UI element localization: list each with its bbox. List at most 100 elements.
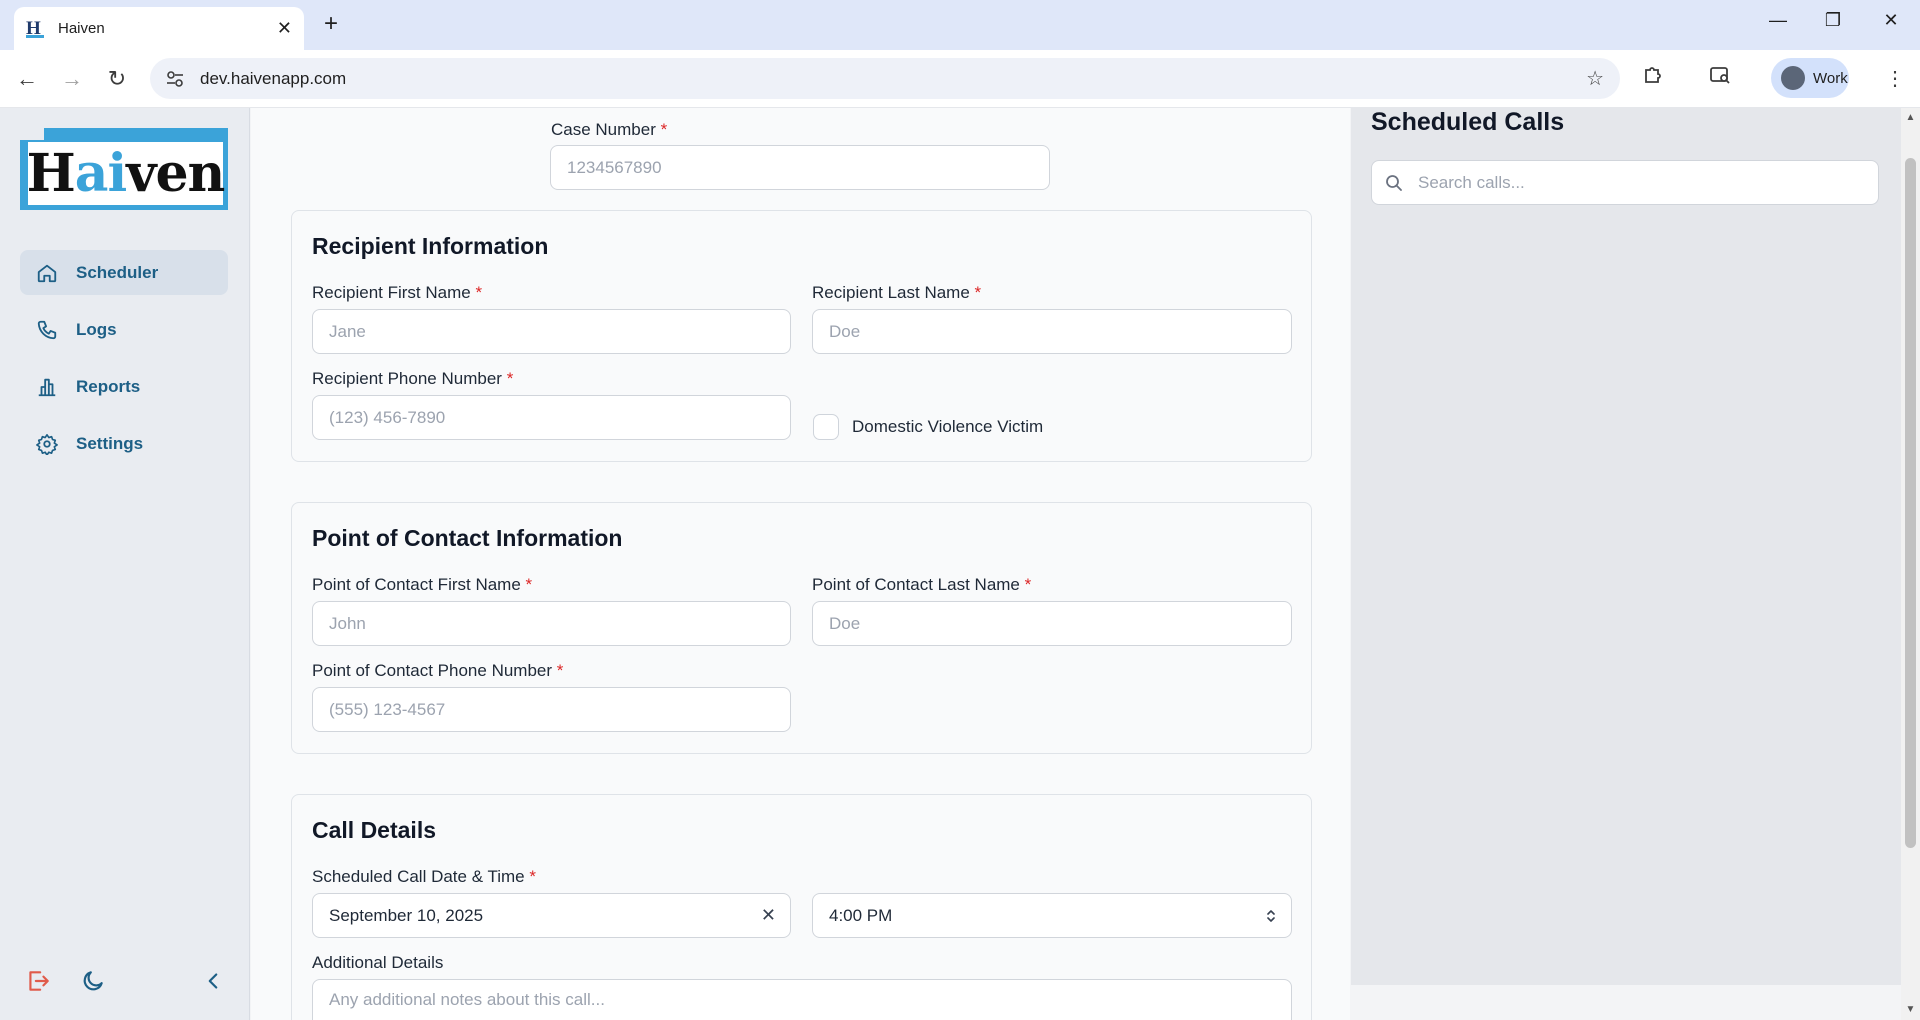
label-text: Point of Contact Last Name bbox=[812, 575, 1020, 594]
required-asterisk: * bbox=[556, 661, 564, 680]
placeholder: Any additional notes about this call... bbox=[329, 990, 605, 1009]
new-tab-plus-icon[interactable]: + bbox=[318, 11, 344, 37]
required-asterisk: * bbox=[1024, 575, 1032, 594]
reload-icon[interactable]: ↻ bbox=[102, 64, 132, 94]
point-of-contact-section: Point of Contact Information Point of Co… bbox=[291, 502, 1312, 754]
additional-details-textarea[interactable]: Any additional notes about this call... bbox=[312, 979, 1292, 1020]
haiven-favicon-icon: H bbox=[26, 19, 44, 38]
recipient-phone-label: Recipient Phone Number * bbox=[312, 369, 513, 389]
scroll-up-arrow-icon[interactable]: ▲ bbox=[1903, 112, 1918, 123]
placeholder: (555) 123-4567 bbox=[329, 699, 446, 719]
domestic-violence-label[interactable]: Domestic Violence Victim bbox=[852, 417, 1043, 437]
logo-text-ai: ai bbox=[74, 143, 127, 204]
required-asterisk: * bbox=[660, 120, 668, 139]
scheduled-datetime-label: Scheduled Call Date & Time * bbox=[312, 867, 536, 887]
poc-last-name-input[interactable]: Doe bbox=[812, 601, 1292, 646]
sidebar-item-label: Logs bbox=[76, 319, 117, 339]
placeholder: Doe bbox=[829, 613, 861, 633]
gear-icon bbox=[36, 433, 58, 455]
haiven-logo: Hai ven bbox=[20, 128, 228, 210]
scheduler-form: Case Number * 1234567890 Recipient Infor… bbox=[251, 108, 1350, 1020]
label-text: Recipient Last Name bbox=[812, 283, 970, 302]
time-value: 4:00 PM bbox=[829, 905, 893, 925]
logout-icon[interactable] bbox=[25, 968, 51, 994]
call-details-title: Call Details bbox=[312, 817, 436, 843]
sidebar-item-label: Scheduler bbox=[76, 262, 159, 282]
profile-button[interactable]: Work bbox=[1771, 58, 1849, 98]
minimize-window-icon[interactable]: — bbox=[1763, 10, 1793, 31]
search-calls-input[interactable]: Search calls... bbox=[1371, 160, 1879, 205]
poc-first-name-label: Point of Contact First Name * bbox=[312, 575, 532, 595]
collapse-sidebar-chevron-icon[interactable] bbox=[200, 968, 226, 994]
search-placeholder: Search calls... bbox=[1418, 172, 1525, 192]
call-date-input[interactable]: September 10, 2025 ✕ bbox=[312, 893, 791, 938]
sidebar-nav: Scheduler Logs Reports Settings bbox=[20, 250, 228, 478]
dark-mode-moon-icon[interactable] bbox=[80, 968, 106, 994]
back-arrow-icon[interactable]: ← bbox=[12, 64, 42, 94]
select-updown-chevron-icon bbox=[1267, 909, 1275, 922]
url-text: dev.haivenapp.com bbox=[200, 68, 347, 88]
close-tab-icon[interactable]: ✕ bbox=[277, 18, 292, 39]
sidebar-item-logs[interactable]: Logs bbox=[20, 307, 228, 352]
sidebar: Hai ven Scheduler Logs Reports Settings bbox=[0, 108, 250, 1020]
additional-details-label: Additional Details bbox=[312, 953, 444, 972]
recipient-last-name-input[interactable]: Doe bbox=[812, 309, 1292, 354]
required-asterisk: * bbox=[506, 369, 514, 388]
case-number-label-text: Case Number bbox=[551, 120, 656, 139]
domestic-violence-checkbox[interactable] bbox=[813, 414, 839, 440]
recipient-last-name-label: Recipient Last Name * bbox=[812, 283, 981, 303]
recipient-first-name-label: Recipient First Name * bbox=[312, 283, 482, 303]
case-number-input[interactable]: 1234567890 bbox=[550, 145, 1050, 190]
address-bar[interactable]: dev.haivenapp.com ☆ bbox=[150, 58, 1620, 99]
label-text: Point of Contact Phone Number bbox=[312, 661, 553, 680]
placeholder: (123) 456-7890 bbox=[329, 407, 446, 427]
recipient-section: Recipient Information Recipient First Na… bbox=[291, 210, 1312, 462]
bookmark-star-icon[interactable]: ☆ bbox=[1586, 66, 1604, 91]
sidebar-item-reports[interactable]: Reports bbox=[20, 364, 228, 409]
case-number-placeholder: 1234567890 bbox=[567, 157, 662, 177]
sidebar-item-scheduler[interactable]: Scheduler bbox=[20, 250, 228, 295]
browser-toolbar: ← → ↻ dev.haivenapp.com ☆ Work ⋮ bbox=[0, 50, 1920, 108]
extensions-puzzle-icon[interactable] bbox=[1638, 64, 1668, 94]
label-text: Recipient Phone Number bbox=[312, 369, 502, 388]
search-icon bbox=[1386, 174, 1402, 191]
phone-icon bbox=[37, 320, 57, 339]
clear-date-icon[interactable]: ✕ bbox=[761, 905, 776, 926]
label-text: Point of Contact First Name bbox=[312, 575, 521, 594]
poc-last-name-label: Point of Contact Last Name * bbox=[812, 575, 1031, 595]
placeholder: Jane bbox=[329, 321, 366, 341]
placeholder: John bbox=[329, 613, 366, 633]
forward-arrow-icon[interactable]: → bbox=[57, 64, 87, 94]
restore-window-icon[interactable]: ❐ bbox=[1818, 10, 1848, 31]
site-settings-icon[interactable] bbox=[164, 68, 186, 90]
call-time-select[interactable]: 4:00 PM bbox=[812, 893, 1292, 938]
scheduled-calls-panel: Scheduled Calls Search calls... bbox=[1351, 108, 1901, 985]
poc-phone-label: Point of Contact Phone Number * bbox=[312, 661, 563, 681]
required-asterisk: * bbox=[525, 575, 533, 594]
sidebar-item-label: Settings bbox=[76, 433, 144, 453]
recipient-section-title: Recipient Information bbox=[312, 233, 549, 259]
poc-phone-input[interactable]: (555) 123-4567 bbox=[312, 687, 791, 732]
sidebar-item-settings[interactable]: Settings bbox=[20, 421, 228, 466]
scroll-down-arrow-icon[interactable]: ▼ bbox=[1903, 1004, 1918, 1015]
browser-menu-icon[interactable]: ⋮ bbox=[1880, 64, 1910, 94]
scrollbar-thumb[interactable] bbox=[1905, 158, 1916, 848]
logo-text-pre: H bbox=[26, 143, 76, 204]
poc-first-name-input[interactable]: John bbox=[312, 601, 791, 646]
browser-tab-strip: H Haiven ✕ + — ❐ ✕ bbox=[0, 0, 1920, 50]
close-window-icon[interactable]: ✕ bbox=[1876, 10, 1906, 31]
sidebar-item-label: Reports bbox=[76, 376, 141, 396]
required-asterisk: * bbox=[475, 283, 483, 302]
tab-search-icon[interactable] bbox=[1705, 64, 1735, 94]
tab-title: Haiven bbox=[58, 20, 105, 37]
recipient-first-name-input[interactable]: Jane bbox=[312, 309, 791, 354]
call-details-section: Call Details Scheduled Call Date & Time … bbox=[291, 794, 1312, 1020]
home-icon bbox=[37, 264, 57, 282]
scheduled-calls-title: Scheduled Calls bbox=[1371, 108, 1565, 136]
browser-tab[interactable]: H Haiven ✕ bbox=[14, 7, 304, 50]
label-text: Recipient First Name bbox=[312, 283, 471, 302]
recipient-phone-input[interactable]: (123) 456-7890 bbox=[312, 395, 791, 440]
label-text: Scheduled Call Date & Time bbox=[312, 867, 525, 886]
avatar bbox=[1781, 66, 1805, 90]
case-number-label: Case Number * bbox=[551, 120, 667, 140]
